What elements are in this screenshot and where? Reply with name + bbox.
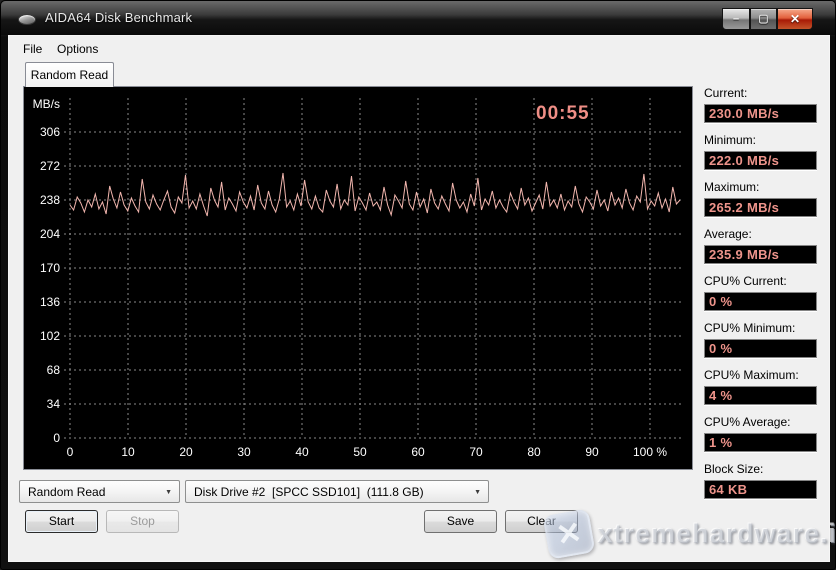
stat-maximum: Maximum: 265.2 MB/s	[704, 180, 822, 217]
maximize-button[interactable]: ▢	[750, 8, 777, 30]
stat-cpu-maximum: CPU% Maximum: 4 %	[704, 368, 822, 405]
svg-text:306: 306	[40, 125, 60, 139]
svg-text:204: 204	[40, 227, 60, 241]
svg-text:90: 90	[585, 445, 599, 459]
app-icon	[18, 14, 36, 25]
stats-panel: Current: 230.0 MB/s Minimum: 222.0 MB/s …	[704, 86, 822, 509]
stat-value: 0 %	[704, 339, 817, 358]
drive-select[interactable]: Disk Drive #2 [SPCC SSD101] (111.8 GB) ▼	[185, 480, 489, 503]
chevron-down-icon: ▼	[165, 489, 172, 496]
stat-value: 1 %	[704, 433, 817, 452]
start-button[interactable]: Start	[25, 510, 98, 533]
stat-label: Block Size:	[704, 462, 822, 476]
svg-text:10: 10	[121, 445, 135, 459]
stat-value: 265.2 MB/s	[704, 198, 817, 217]
stat-average: Average: 235.9 MB/s	[704, 227, 822, 264]
stat-label: Maximum:	[704, 180, 822, 194]
svg-text:MB/s: MB/s	[33, 97, 60, 111]
stat-cpu-minimum: CPU% Minimum: 0 %	[704, 321, 822, 358]
stat-cpu-current: CPU% Current: 0 %	[704, 274, 822, 311]
svg-text:60: 60	[411, 445, 425, 459]
svg-text:100 %: 100 %	[633, 445, 667, 459]
app-window: AIDA64 Disk Benchmark – ▢ ✕ File Options…	[0, 0, 836, 570]
menu-file[interactable]: File	[18, 40, 47, 58]
svg-text:170: 170	[40, 261, 60, 275]
stat-label: Average:	[704, 227, 822, 241]
svg-text:34: 34	[47, 397, 61, 411]
drive-select-value: Disk Drive #2 [SPCC SSD101] (111.8 GB)	[194, 485, 424, 499]
client-area: File Options Random Read 306 272 238 204 170…	[8, 35, 830, 562]
clear-button[interactable]: Clear	[505, 510, 578, 533]
svg-text:102: 102	[40, 329, 60, 343]
save-button[interactable]: Save	[424, 510, 497, 533]
benchmark-chart-panel: 306 272 238 204 170 136 102 68 34 0 MB/s 0 10 20 30 40 5…	[23, 86, 693, 470]
stat-value: 64 KB	[704, 480, 817, 499]
stat-value: 222.0 MB/s	[704, 151, 817, 170]
svg-text:238: 238	[40, 193, 60, 207]
watermark: ✕ xtremehardware.it	[546, 512, 836, 556]
stat-label: CPU% Average:	[704, 415, 822, 429]
stat-label: CPU% Current:	[704, 274, 822, 288]
tab-random-read[interactable]: Random Read	[25, 62, 114, 87]
menu-options[interactable]: Options	[52, 40, 103, 58]
benchmark-type-value: Random Read	[28, 485, 105, 499]
svg-text:50: 50	[353, 445, 367, 459]
stat-value: 4 %	[704, 386, 817, 405]
stat-value: 235.9 MB/s	[704, 245, 817, 264]
title-bar[interactable]: AIDA64 Disk Benchmark – ▢ ✕	[1, 1, 836, 35]
stat-value: 0 %	[704, 292, 817, 311]
stat-cpu-average: CPU% Average: 1 %	[704, 415, 822, 452]
stat-label: CPU% Maximum:	[704, 368, 822, 382]
svg-text:272: 272	[40, 159, 60, 173]
stat-block-size: Block Size: 64 KB	[704, 462, 822, 499]
chevron-down-icon: ▼	[474, 489, 481, 496]
window-title: AIDA64 Disk Benchmark	[45, 10, 192, 25]
svg-text:40: 40	[295, 445, 309, 459]
benchmark-type-select[interactable]: Random Read ▼	[19, 480, 180, 503]
stat-label: CPU% Minimum:	[704, 321, 822, 335]
svg-text:68: 68	[47, 363, 61, 377]
svg-text:70: 70	[469, 445, 483, 459]
svg-text:30: 30	[237, 445, 251, 459]
svg-text:00:55: 00:55	[536, 103, 590, 124]
benchmark-chart: 306 272 238 204 170 136 102 68 34 0 MB/s 0 10 20 30 40 5…	[24, 87, 692, 469]
svg-text:0: 0	[53, 431, 60, 445]
minimize-button[interactable]: –	[722, 8, 750, 30]
stop-button[interactable]: Stop	[106, 510, 179, 533]
svg-text:20: 20	[179, 445, 193, 459]
close-button[interactable]: ✕	[777, 8, 813, 30]
watermark-text: xtremehardware.it	[598, 519, 836, 550]
stat-current: Current: 230.0 MB/s	[704, 86, 822, 123]
svg-text:136: 136	[40, 295, 60, 309]
stat-minimum: Minimum: 222.0 MB/s	[704, 133, 822, 170]
svg-text:80: 80	[527, 445, 541, 459]
stat-label: Current:	[704, 86, 822, 100]
stat-value: 230.0 MB/s	[704, 104, 817, 123]
stat-label: Minimum:	[704, 133, 822, 147]
svg-text:0: 0	[67, 445, 74, 459]
